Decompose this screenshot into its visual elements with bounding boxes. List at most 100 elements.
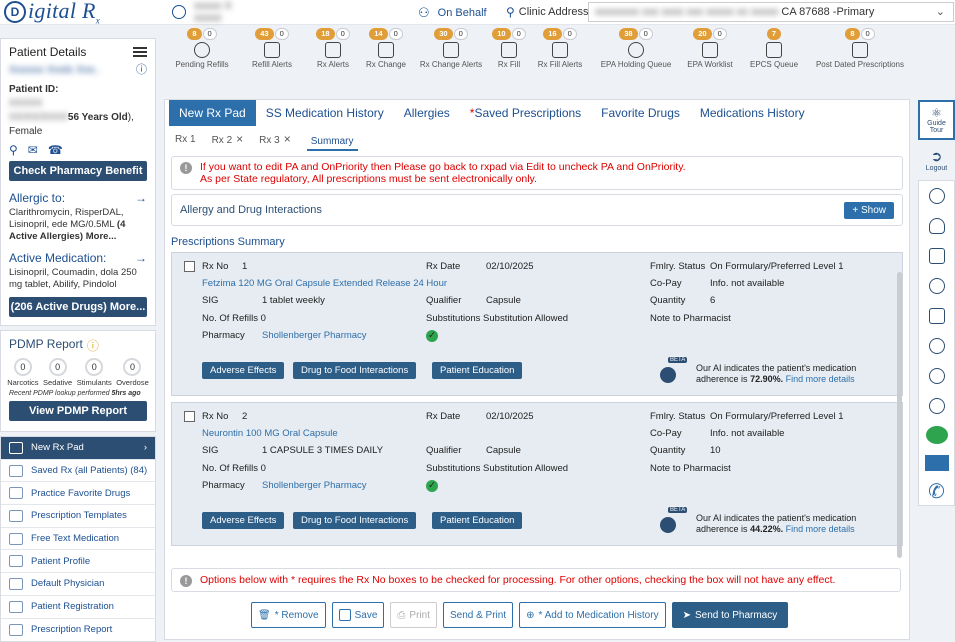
- search-button[interactable]: [919, 271, 954, 301]
- patient-name[interactable]: Xxxxxx Xxxlx Xxx..: [9, 63, 101, 77]
- toolbar-rx-change[interactable]: 14 0 Rx Change: [358, 28, 414, 84]
- drug-food-interactions-button[interactable]: Drug to Food Interactions: [293, 362, 417, 379]
- help-button[interactable]: [919, 331, 954, 361]
- check-pharmacy-benefit-button[interactable]: Check Pharmacy Benefit: [9, 161, 147, 181]
- menu-saved-rx[interactable]: Saved Rx (all Patients) (84): [1, 460, 155, 483]
- subtab-rx2[interactable]: Rx 2 ×: [212, 132, 244, 146]
- logo-text: igital Rx: [28, 0, 101, 26]
- show-button[interactable]: + Show: [844, 201, 894, 219]
- find-more-details-link[interactable]: Find more details: [786, 524, 855, 534]
- toolbar-rx-fill[interactable]: 10 0 Rx Fill: [488, 28, 530, 84]
- toolbar-pending-refills[interactable]: 8 0 Pending Refills: [168, 28, 236, 84]
- subtab-rx3[interactable]: Rx 3 ×: [259, 132, 291, 146]
- check-icon: ✓: [426, 480, 438, 492]
- tab-ss-medication-history[interactable]: SS Medication History: [256, 100, 394, 126]
- send-icon: ➤: [682, 609, 691, 621]
- close-icon[interactable]: ×: [236, 132, 243, 146]
- toolbar-epa-holding-queue[interactable]: 38 0 EPA Holding Queue: [590, 28, 682, 84]
- tab-saved-prescriptions[interactable]: *Saved Prescriptions: [460, 100, 591, 126]
- tab-allergies[interactable]: Allergies: [394, 100, 460, 126]
- subtab-rx1[interactable]: Rx 1: [175, 134, 196, 145]
- send-to-pharmacy-button[interactable]: ➤ Send to Pharmacy: [671, 602, 789, 628]
- rx-checkbox[interactable]: [184, 261, 195, 272]
- pharmacy-link[interactable]: Shollenberger Pharmacy: [262, 330, 367, 341]
- call-button[interactable]: ✆: [919, 477, 954, 505]
- arrow-right-icon[interactable]: →: [135, 191, 147, 205]
- toolbar-post-dated-prescriptions[interactable]: 8 0 Post Dated Prescriptions: [810, 28, 910, 84]
- toolbar-epa-worklist[interactable]: 20 0 EPA Worklist: [682, 28, 738, 84]
- rx-change-icon: [378, 42, 394, 58]
- menu-practice-favorite-drugs[interactable]: Practice Favorite Drugs: [1, 482, 155, 506]
- toolbar-rx-change-alerts[interactable]: 30 0 Rx Change Alerts: [414, 28, 488, 84]
- guide-tour-button[interactable]: ⚛ Guide Tour: [918, 100, 955, 140]
- user-icon: [172, 5, 186, 19]
- toolbar-rx-alerts[interactable]: 18 0 Rx Alerts: [308, 28, 358, 84]
- user-profile-button[interactable]: [919, 181, 954, 211]
- menu-new-rx-pad[interactable]: New Rx Pad ›: [1, 437, 155, 460]
- saved-rx-icon: [9, 464, 23, 477]
- patient-education-button[interactable]: Patient Education: [432, 362, 523, 379]
- app-logo[interactable]: D igital Rx: [4, 0, 164, 26]
- info-icon[interactable]: ⓘ: [136, 63, 147, 77]
- drug-name-link[interactable]: Neurontin 100 MG Oral Capsule: [202, 428, 338, 439]
- copay-value: Info. not available: [710, 428, 785, 439]
- logout-button[interactable]: ➲ Logout: [918, 144, 955, 176]
- alert-icon: !: [180, 162, 192, 174]
- find-more-details-link[interactable]: Find more details: [786, 374, 855, 384]
- toolbar-epcs-queue[interactable]: 7 EPCS Queue: [738, 28, 810, 84]
- print-button[interactable]: ⎙ Print: [390, 602, 437, 628]
- menu-patient-profile[interactable]: Patient Profile: [1, 550, 155, 574]
- cards-scrollbar[interactable]: [897, 272, 902, 558]
- physician-icon: [9, 577, 23, 590]
- save-button[interactable]: Save: [331, 602, 385, 628]
- drug-name-link[interactable]: Fetzima 120 MG Oral Capsule Extended Rel…: [202, 278, 447, 289]
- subtab-summary[interactable]: Summary: [306, 128, 358, 151]
- note-to-pharmacist: Note to Pharmacist: [650, 463, 731, 474]
- view-pdmp-report-button[interactable]: View PDMP Report: [9, 401, 147, 421]
- rx-number: 1: [242, 261, 248, 272]
- clinic-select[interactable]: xxxxxxxx xxx xxxx xxx xxxxx xx xxxxx CA …: [588, 2, 954, 22]
- pharmacy-link[interactable]: Shollenberger Pharmacy: [262, 480, 367, 491]
- dashboard-button[interactable]: [919, 241, 954, 271]
- menu-patient-registration[interactable]: Patient Registration: [1, 596, 155, 619]
- send-print-button[interactable]: Send & Print: [442, 602, 514, 628]
- prescriptions-summary-title: Prescriptions Summary: [171, 236, 285, 248]
- tab-medications-history[interactable]: Medications History: [690, 100, 815, 126]
- drug-food-interactions-button[interactable]: Drug to Food Interactions: [293, 512, 417, 529]
- top-header: D igital Rx xxxxx X xxxxx ⚇ On Behalf ⚲ …: [0, 0, 955, 26]
- chat-button[interactable]: [919, 421, 954, 449]
- main-panel: New Rx Pad SS Medication History Allergi…: [164, 99, 910, 640]
- notifications-button[interactable]: [919, 211, 954, 241]
- save-icon: [338, 609, 351, 621]
- list-button[interactable]: [919, 301, 954, 331]
- menu-free-text-medication[interactable]: Free Text Medication: [1, 528, 155, 551]
- adverse-effects-button[interactable]: Adverse Effects: [202, 512, 285, 529]
- hamburger-menu-icon[interactable]: [133, 47, 147, 57]
- left-menu: New Rx Pad › Saved Rx (all Patients) (84)…: [0, 436, 156, 642]
- add-to-medication-history-button[interactable]: ⊕ * Add to Medication History: [519, 602, 666, 628]
- on-behalf-link[interactable]: ⚇ On Behalf: [418, 5, 487, 21]
- arrow-right-icon[interactable]: →: [135, 251, 147, 265]
- toolbar-rx-fill-alerts[interactable]: 16 0 Rx Fill Alerts: [530, 28, 590, 84]
- toolbar-refill-alerts[interactable]: 43 0 Refill Alerts: [236, 28, 308, 84]
- menu-prescription-report[interactable]: Prescription Report: [1, 619, 155, 642]
- list-icon: [928, 308, 945, 324]
- phone-icon[interactable]: ☎: [48, 143, 63, 157]
- qualifier-value: Capsule: [486, 295, 521, 306]
- support-button[interactable]: [919, 361, 954, 391]
- rx-checkbox[interactable]: [184, 411, 195, 422]
- reports-button[interactable]: [919, 391, 954, 421]
- mail-icon[interactable]: ✉: [28, 143, 38, 157]
- active-drugs-more-button[interactable]: (206 Active Drugs) More...: [9, 297, 147, 317]
- menu-prescription-templates[interactable]: Prescription Templates: [1, 505, 155, 528]
- tab-new-rx-pad[interactable]: New Rx Pad: [169, 100, 256, 126]
- close-icon[interactable]: ×: [284, 132, 291, 146]
- patient-education-button[interactable]: Patient Education: [432, 512, 523, 529]
- remove-button[interactable]: 🗑 * Remove: [251, 602, 326, 628]
- tab-favorite-drugs[interactable]: Favorite Drugs: [591, 100, 690, 126]
- location-icon[interactable]: ⚲: [9, 143, 18, 157]
- menu-default-physician[interactable]: Default Physician: [1, 573, 155, 596]
- adverse-effects-button[interactable]: Adverse Effects: [202, 362, 285, 379]
- email-button[interactable]: [919, 449, 954, 477]
- logout-icon: ➲: [930, 148, 943, 164]
